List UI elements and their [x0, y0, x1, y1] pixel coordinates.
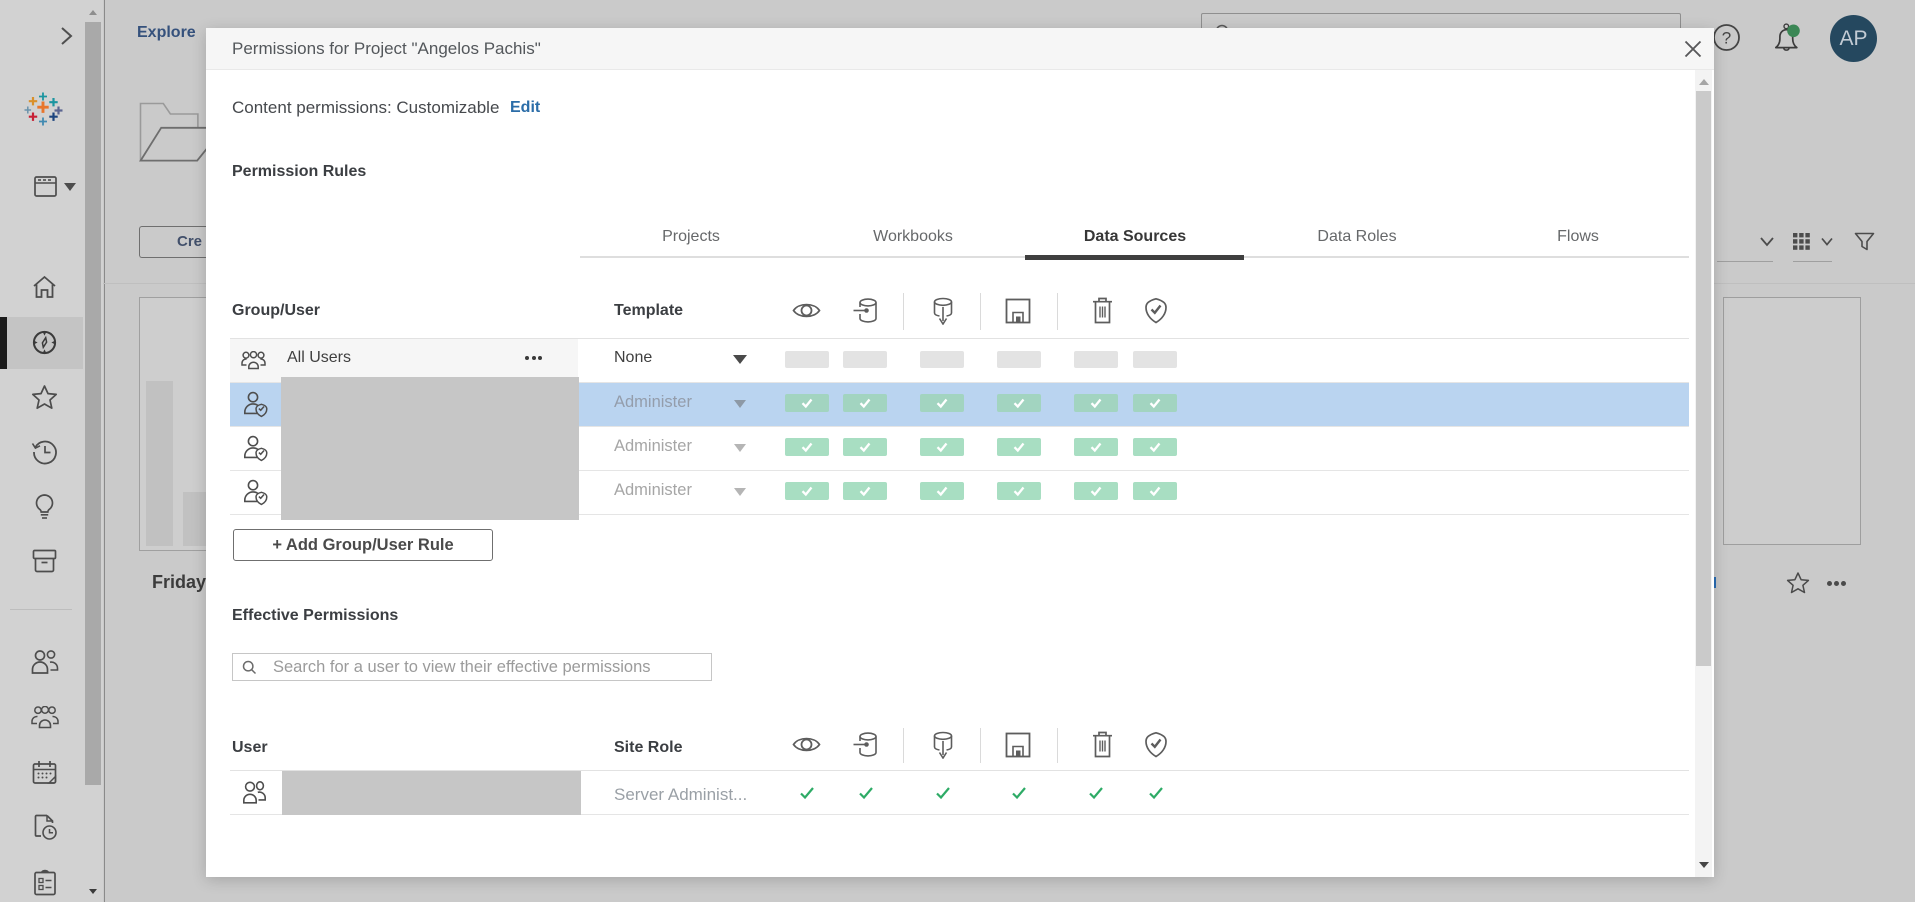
- svg-text:?: ?: [1722, 29, 1731, 48]
